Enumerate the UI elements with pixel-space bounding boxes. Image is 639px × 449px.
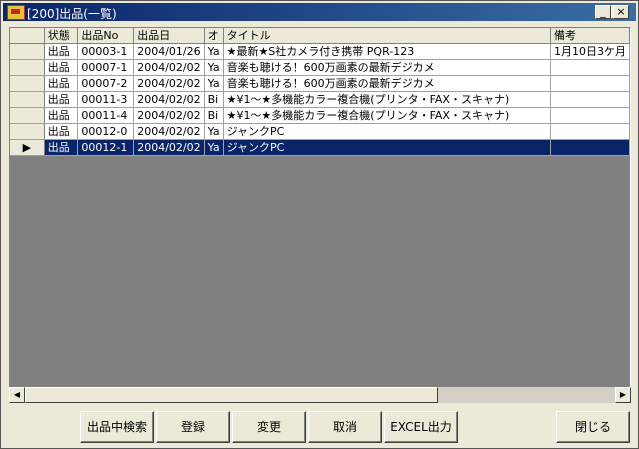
row-marker	[10, 59, 45, 76]
cell-date: 2004/02/02	[133, 91, 205, 108]
row-marker	[10, 123, 45, 140]
cell-title: ★¥1〜★多機能カラー複合機(プリンタ・FAX・スキャナ)	[223, 107, 551, 124]
listing-table: 状態 出品No 出品日 オ タイトル 備考 出品 00003-1 2004/01/2…	[10, 28, 630, 156]
cell-no: 00011-4	[77, 107, 135, 124]
cell-o: Bi	[204, 91, 224, 108]
table-row[interactable]: 出品 00011-4 2004/02/02 Bi ★¥1〜★多機能カラー複合機(プリンタ…	[10, 107, 630, 124]
window-title: [200]出品(一覧)	[27, 7, 117, 21]
cell-o: Ya	[204, 75, 224, 92]
cell-no: 00007-2	[77, 75, 135, 92]
column-header-rowmarker	[10, 28, 45, 44]
register-button[interactable]: 登録	[156, 411, 230, 443]
search-listing-button[interactable]: 出品中検索	[80, 411, 154, 443]
cell-date: 2004/02/02	[133, 139, 205, 156]
row-marker: ▶	[10, 139, 45, 156]
table-row[interactable]: 出品 00007-1 2004/02/02 Ya 音楽も聴ける！600万画素の最新デジカ…	[10, 59, 630, 76]
cell-status: 出品	[44, 59, 79, 76]
cell-date: 2004/02/02	[133, 75, 205, 92]
row-marker	[10, 43, 45, 60]
column-header-no[interactable]: 出品No	[77, 28, 135, 44]
scrollbar-thumb[interactable]	[25, 387, 438, 403]
cell-title: ★¥1〜★多機能カラー複合機(プリンタ・FAX・スキャナ)	[223, 91, 551, 108]
minimize-button[interactable]: _	[595, 5, 611, 19]
cell-o: Ya	[204, 139, 224, 156]
table-row[interactable]: 出品 00012-0 2004/02/02 Ya ジャンクPC	[10, 123, 630, 140]
listing-grid[interactable]: 状態 出品No 出品日 オ タイトル 備考 出品 00003-1 2004/01/2…	[9, 27, 631, 401]
cell-title: ★最新★S社カメラ付き携帯 PQR-123	[223, 43, 551, 60]
cell-note	[550, 139, 630, 156]
cell-note	[550, 59, 630, 76]
close-window-button[interactable]: ×	[613, 5, 629, 19]
cell-o: Bi	[204, 107, 224, 124]
cell-title: 音楽も聴ける！600万画素の最新デジカメ	[223, 75, 551, 92]
main-window: [200]出品(一覧) _ □ × 状態 出品No 出品日 オ タイトル 備考	[0, 0, 639, 449]
table-row[interactable]: 出品 00007-2 2004/02/02 Ya 音楽も聴ける！600万画素の最新デジカ…	[10, 75, 630, 92]
column-header-o[interactable]: オ	[204, 28, 224, 44]
close-button[interactable]: 閉じる	[556, 411, 630, 443]
cell-status: 出品	[44, 123, 79, 140]
cancel-button[interactable]: 取消	[308, 411, 382, 443]
cell-status: 出品	[44, 91, 79, 108]
cell-note	[550, 75, 630, 92]
cell-date: 2004/02/02	[133, 59, 205, 76]
cell-title: ジャンクPC	[223, 139, 551, 156]
cell-date: 2004/02/02	[133, 107, 205, 124]
table-row[interactable]: 出品 00011-3 2004/02/02 Bi ★¥1〜★多機能カラー複合機(プリンタ…	[10, 91, 630, 108]
cell-title: 音楽も聴ける！600万画素の最新デジカメ	[223, 59, 551, 76]
row-marker	[10, 107, 45, 124]
cell-no: 00012-1	[77, 139, 135, 156]
cell-date: 2004/02/02	[133, 123, 205, 140]
table-row[interactable]: 出品 00003-1 2004/01/26 Ya ★最新★S社カメラ付き携帯 PQR-1…	[10, 43, 630, 60]
table-header-row: 状態 出品No 出品日 オ タイトル 備考	[10, 28, 630, 44]
column-header-status[interactable]: 状態	[44, 28, 79, 44]
scroll-right-icon[interactable]: ▶	[615, 387, 631, 403]
row-marker	[10, 75, 45, 92]
cell-status: 出品	[44, 43, 79, 60]
title-bar[interactable]: [200]出品(一覧) _ □ ×	[3, 3, 636, 21]
column-header-title[interactable]: タイトル	[223, 28, 551, 44]
cell-no: 00011-3	[77, 91, 135, 108]
horizontal-scrollbar[interactable]: ◀ ▶	[9, 387, 631, 403]
cell-o: Ya	[204, 43, 224, 60]
cell-date: 2004/01/26	[133, 43, 205, 60]
cell-status: 出品	[44, 75, 79, 92]
change-button[interactable]: 変更	[232, 411, 306, 443]
scroll-left-icon[interactable]: ◀	[9, 387, 25, 403]
cell-o: Ya	[204, 123, 224, 140]
excel-export-button[interactable]: EXCEL出力	[384, 411, 458, 443]
cell-no: 00007-1	[77, 59, 135, 76]
cell-note	[550, 91, 630, 108]
cell-note	[550, 107, 630, 124]
cell-note	[550, 123, 630, 140]
cell-o: Ya	[204, 59, 224, 76]
column-header-note[interactable]: 備考	[550, 28, 630, 44]
row-marker	[10, 91, 45, 108]
cell-note: 1月10日3ケ月	[550, 43, 630, 60]
cell-status: 出品	[44, 107, 79, 124]
table-row[interactable]: ▶ 出品 00012-1 2004/02/02 Ya ジャンクPC	[10, 139, 630, 156]
cell-no: 00003-1	[77, 43, 135, 60]
column-header-date[interactable]: 出品日	[133, 28, 205, 44]
cell-title: ジャンクPC	[223, 123, 551, 140]
cell-no: 00012-0	[77, 123, 135, 140]
app-icon	[7, 5, 25, 20]
cell-status: 出品	[44, 139, 79, 156]
